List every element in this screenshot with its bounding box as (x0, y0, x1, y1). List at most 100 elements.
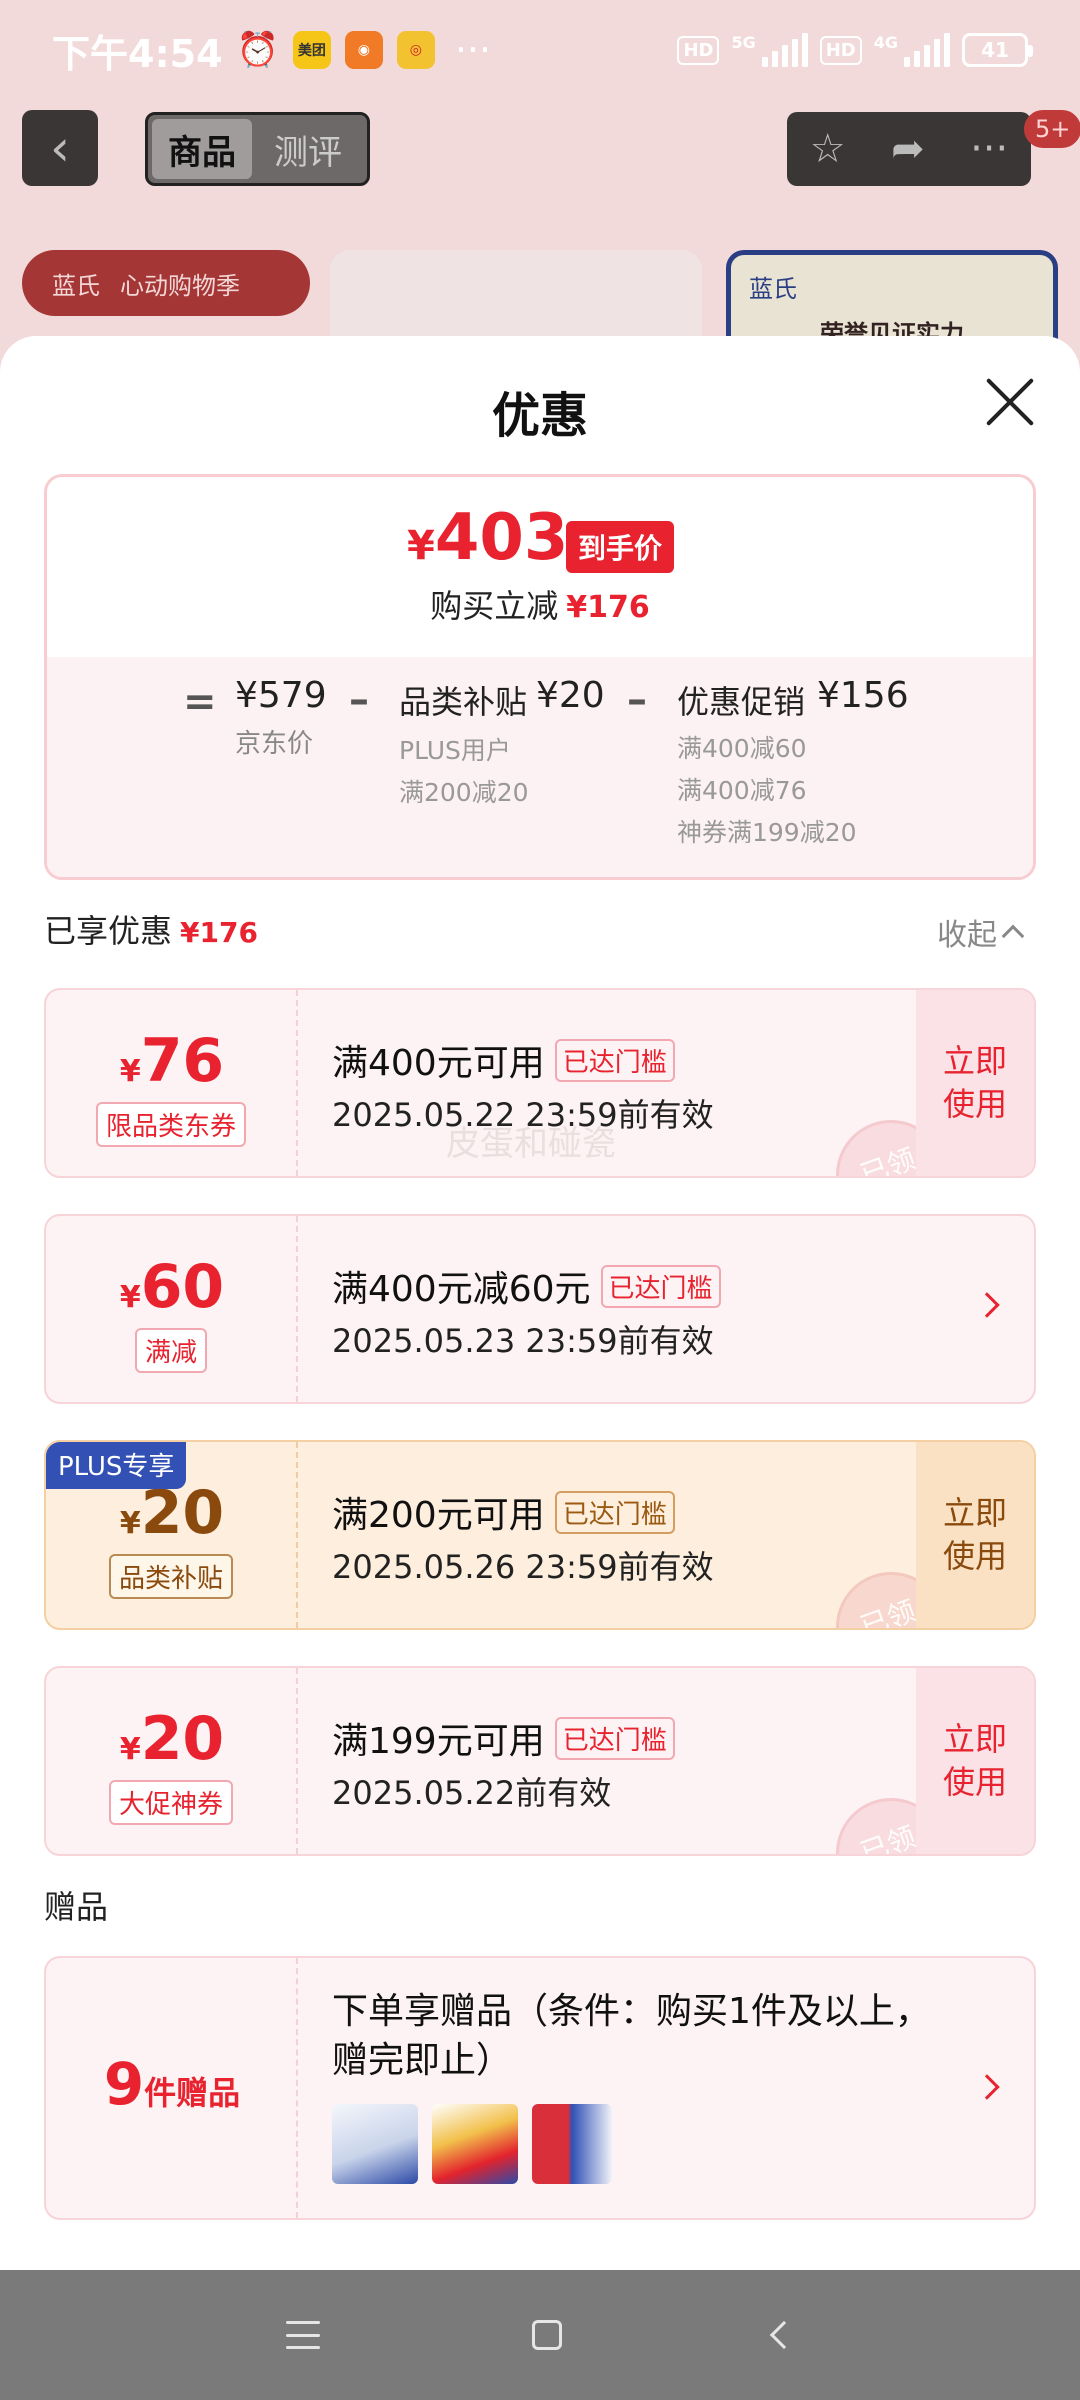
back-button[interactable]: ‹ (22, 110, 98, 186)
coupon-amount: ¥76 (46, 1026, 298, 1096)
signal-icon-2 (904, 33, 950, 67)
chevron-right-icon[interactable] (974, 1292, 1000, 1318)
chevron-right-icon[interactable] (974, 2074, 1000, 2100)
status-time: 下午4:54 (52, 31, 223, 76)
gift-description: 下单享赠品（条件：购买1件及以上，赠完即止） (332, 1991, 931, 2081)
coupon-expiry: 2025.05.26 23:59前有效 (332, 1548, 714, 1586)
minus-sign: – (627, 677, 647, 723)
use-now-label: 立即 使用 (942, 1041, 1007, 1123)
minus-sign: – (349, 677, 369, 723)
coupon-title: 满400元减60元 已达门槛 (332, 1260, 721, 1312)
gift-count: 9件赠品 (46, 2050, 298, 2118)
coupon-amount-value: 60 (140, 1252, 225, 1322)
gift-thumbnail (332, 2104, 418, 2184)
tab-switcher: 商品 测评 (145, 112, 370, 186)
gift-count-area: 9件赠品 (46, 1958, 298, 2218)
subsidy-line: PLUS用户 (399, 736, 511, 765)
coupon-title-text: 满400元可用 (332, 1043, 545, 1084)
coupon-currency: ¥ (119, 1054, 141, 1089)
more-icon[interactable]: ··· (970, 126, 1008, 172)
top-nav: ‹ 商品 测评 ☆ ➦ ··· 5+ (0, 110, 1080, 190)
enjoyed-amount: ¥176 (180, 916, 258, 949)
price-breakdown: = ¥579 京东价 – 品类补贴 ¥20 PLUS用户 满200减20 – 优… (47, 657, 1033, 877)
coupon-title-text: 满400元减60元 (332, 1269, 591, 1310)
gift-thumbnail (432, 2104, 518, 2184)
jd-price: ¥579 (235, 675, 327, 716)
enjoyed-label: 已享优惠 (44, 912, 173, 950)
summary-top: ¥403 到手价 购买立减 ¥176 (47, 477, 1033, 657)
collapse-label: 收起 (937, 918, 997, 953)
use-now-label: 立即 使用 (942, 1719, 1007, 1801)
coupon-card: ¥76 限品类东券 满400元可用 已达门槛 2025.05.22 23:59前有… (44, 988, 1036, 1178)
gift-section-title: 赠品 (44, 1888, 109, 1926)
promo-line: 满400减76 (677, 776, 807, 805)
threshold-badge: 已达门槛 (554, 1490, 675, 1534)
sheet-title: 优惠 (491, 388, 588, 444)
coupon-expiry: 2025.05.22前有效 (332, 1774, 612, 1812)
coupon-expiry: 2025.05.23 23:59前有效 (332, 1322, 714, 1360)
coupon-card-plus: ¥20 品类补贴 PLUS专享 满200元可用 已达门槛 2025.05.26 2… (44, 1440, 1036, 1630)
coupon-title: 满400元可用 已达门槛 (332, 1034, 675, 1086)
share-icon[interactable]: ➦ (891, 126, 925, 172)
network-type-5g: 5G (731, 33, 756, 52)
final-price-tag: 到手价 (566, 521, 675, 573)
final-price: ¥403 (407, 501, 568, 575)
star-icon[interactable]: ☆ (810, 126, 846, 172)
home-icon[interactable] (532, 2320, 562, 2350)
discount-sheet: 优惠 ¥403 到手价 购买立减 ¥176 = ¥579 京东价 – 品类补贴 ¥… (0, 336, 1080, 2270)
battery-icon: 41 (962, 33, 1033, 67)
coupon-title-text: 满200元可用 (332, 1495, 545, 1536)
promo-line: 满400减60 (677, 734, 807, 763)
nav-actions: ☆ ➦ ··· (787, 112, 1031, 186)
watermark: 皮蛋和碰瓷 (446, 1124, 616, 1164)
promo-amount: ¥156 (817, 675, 909, 716)
back-icon[interactable] (769, 2320, 799, 2350)
coupon-title: 满200元可用 已达门槛 (332, 1486, 675, 1538)
coupon-card: ¥20 大促神券 满199元可用 已达门槛 2025.05.22前有效 已领 立即… (44, 1666, 1036, 1856)
coupon-title-text: 满199元可用 (332, 1721, 545, 1762)
gift-card[interactable]: 9件赠品 下单享赠品（条件：购买1件及以上，赠完即止） (44, 1956, 1036, 2220)
tab-review[interactable]: 测评 (274, 125, 342, 174)
banner-text: 心动购物季 (120, 271, 240, 300)
chevron-left-icon: ‹ (50, 119, 70, 177)
final-price-value: 403 (434, 501, 569, 575)
subsidy-amount: ¥20 (536, 675, 605, 716)
brand-name: 蓝氏 (52, 271, 100, 300)
network-type-4g: 4G (873, 33, 898, 52)
coupon-value-area: ¥20 大促神券 (46, 1668, 298, 1854)
coupon-type-label: 大促神券 (108, 1780, 234, 1825)
instant-save: 购买立减 ¥176 (47, 581, 1033, 627)
system-nav-bar (0, 2270, 1080, 2400)
status-bar: 下午4:54 ⏰ 美团 ◉ ◎ ··· HD 5G HD 4G 41 (0, 0, 1080, 100)
use-now-button[interactable]: 立即 使用 (916, 990, 1034, 1176)
instant-save-label: 购买立减 (430, 587, 559, 625)
chevron-up-icon (1001, 924, 1025, 948)
use-now-button[interactable]: 立即 使用 (916, 1442, 1034, 1628)
menu-icon[interactable] (286, 2321, 320, 2349)
threshold-badge: 已达门槛 (554, 1038, 675, 1082)
tab-goods[interactable]: 商品 (152, 119, 252, 179)
app-icon: ◉ (344, 31, 383, 69)
close-icon[interactable] (984, 376, 1036, 428)
weibo-icon: ◎ (396, 31, 435, 69)
gift-thumbnail (532, 2104, 612, 2184)
honor-brand: 蓝氏 (749, 275, 797, 303)
threshold-badge: 已达门槛 (554, 1716, 675, 1760)
coupon-type-label: 满减 (134, 1328, 208, 1373)
coupon-value-area: ¥60 满减 (46, 1216, 298, 1402)
coupon-type-label: 品类补贴 (108, 1554, 234, 1599)
meituan-app-icon: 美团 (292, 31, 331, 69)
use-now-label: 立即 使用 (942, 1493, 1007, 1575)
gift-count-value: 9 (103, 2050, 145, 2118)
coupon-amount: ¥20 (46, 1704, 298, 1774)
coupon-card[interactable]: ¥60 满减 满400元减60元 已达门槛 2025.05.23 23:59前有效 (44, 1214, 1036, 1404)
collapse-button[interactable]: 收起 (937, 910, 1025, 954)
coupon-currency: ¥ (119, 1506, 141, 1541)
use-now-button[interactable]: 立即 使用 (916, 1668, 1034, 1854)
price-summary: ¥403 到手价 购买立减 ¥176 = ¥579 京东价 – 品类补贴 ¥20 … (44, 474, 1036, 880)
brand-banner: 蓝氏 心动购物季 (22, 250, 310, 316)
coupon-currency: ¥ (119, 1280, 141, 1315)
currency-symbol: ¥ (407, 523, 435, 569)
plus-exclusive-tag: PLUS专享 (46, 1442, 187, 1489)
gift-thumbnails (332, 2104, 612, 2184)
